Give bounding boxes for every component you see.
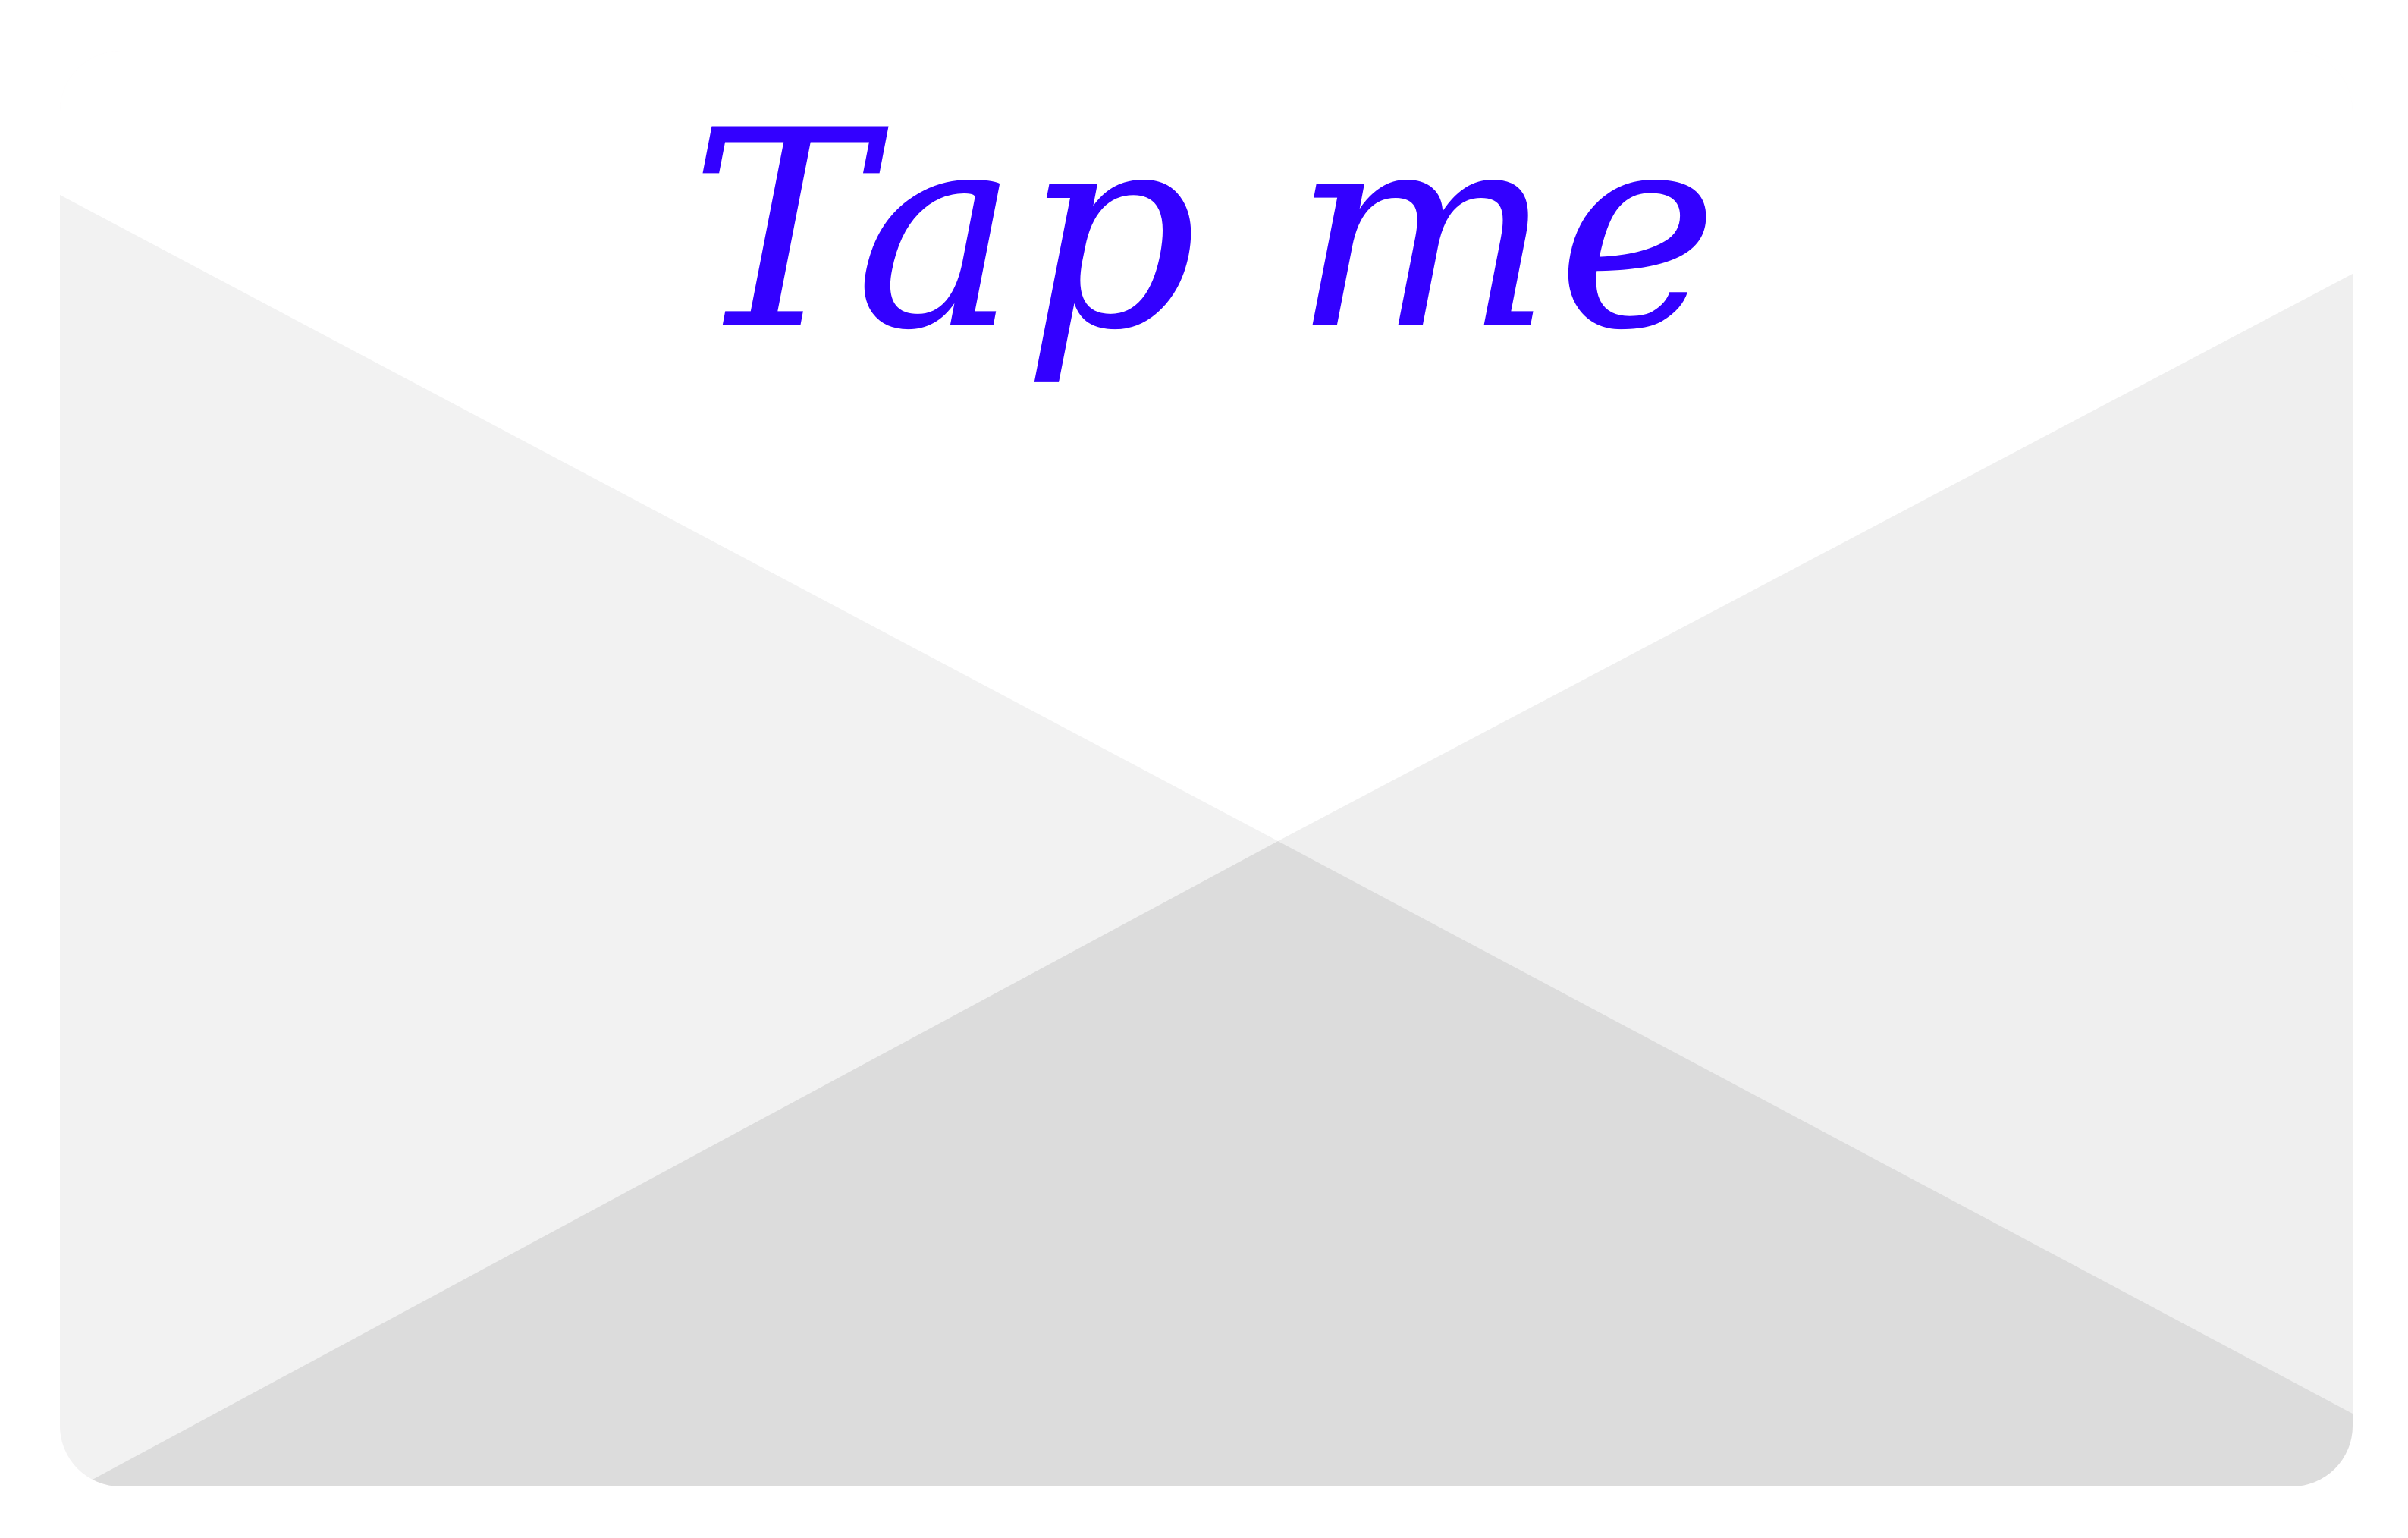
envelope-icon [60, 51, 2353, 1486]
screen: Tap me [0, 0, 2408, 1538]
tap-card[interactable]: Tap me [60, 51, 2353, 1486]
